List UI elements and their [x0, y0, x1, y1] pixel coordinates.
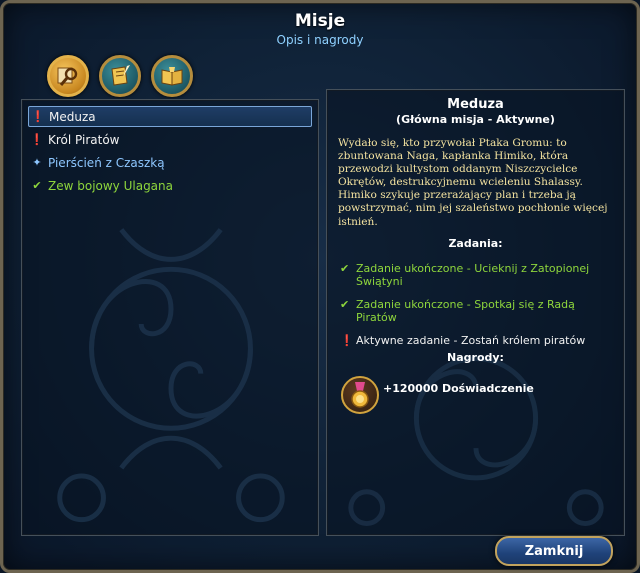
task-text: Aktywne zadanie - Zostań królem piratów: [356, 334, 586, 347]
task-item: ❗ Aktywne zadanie - Zostań królem pirató…: [340, 334, 615, 347]
scroll-quill-icon: [111, 65, 130, 86]
rewards-heading: Nagrody:: [447, 351, 504, 364]
quest-list-panel: ❗ Meduza ❗ Król Piratów ✦ Pierścień z Cz…: [21, 99, 319, 536]
tasks-heading: Zadania:: [448, 237, 503, 250]
exclamation-icon: ❗: [340, 334, 354, 347]
task-text: Zadanie ukończone - Ucieknij z Zatopione…: [356, 262, 590, 288]
checkmark-icon: ✔: [340, 262, 350, 275]
list-item[interactable]: ❗ Król Piratów: [28, 129, 312, 150]
task-list: ✔ Zadanie ukończone - Ucieknij z Zatopio…: [340, 262, 615, 357]
quest-label: Pierścień z Czaszką: [48, 155, 165, 170]
quest-detail-panel: Meduza (Główna misja - Aktywne) Wydało s…: [326, 89, 625, 536]
tab-quest-descriptions[interactable]: [47, 55, 89, 97]
task-item: ✔ Zadanie ukończone - Spotkaj się z Radą…: [340, 298, 615, 324]
open-book-icon: [161, 67, 183, 86]
list-item[interactable]: ✔ Zew bojowy Ulagana: [28, 175, 312, 196]
close-button[interactable]: Zamknij: [495, 536, 613, 566]
task-text: Zadanie ukończone - Spotkaj się z Radą P…: [356, 298, 575, 324]
list-item[interactable]: ❗ Meduza: [28, 106, 312, 127]
task-item: ✔ Zadanie ukończone - Ucieknij z Zatopio…: [340, 262, 615, 288]
quest-type: (Główna misja - Aktywne): [396, 113, 555, 126]
magnifier-map-icon: [57, 67, 78, 86]
quest-label: Król Piratów: [48, 132, 120, 147]
window-title: Misje: [294, 11, 346, 31]
list-item[interactable]: ✦ Pierścień z Czaszką: [28, 152, 312, 173]
quest-label: Zew bojowy Ulagana: [48, 178, 173, 193]
reward-text: +120000 Doświadczenie: [383, 381, 534, 395]
quest-title: Meduza: [447, 97, 504, 112]
quest-description: Wydało się, kto przywołał Ptaka Gromu: t…: [338, 137, 608, 228]
quest-window: Misje Opis i nagrody ❗ Meduza ❗ Król Pir…: [0, 0, 640, 573]
tab-quest-log[interactable]: [99, 55, 141, 97]
quest-label: Meduza: [49, 109, 96, 124]
exclamation-icon: ❗: [30, 133, 44, 146]
branch-icon: ✦: [32, 156, 42, 169]
experience-medal-icon[interactable]: [341, 376, 379, 414]
tab-journal[interactable]: [151, 55, 193, 97]
window-subtitle: Opis i nagrody: [276, 33, 364, 47]
tab-bar: [47, 55, 193, 97]
reward-item: +120000 Doświadczenie: [341, 376, 534, 414]
checkmark-icon: ✔: [32, 179, 42, 192]
quest-list: ❗ Meduza ❗ Król Piratów ✦ Pierścień z Cz…: [28, 106, 312, 198]
exclamation-icon: ❗: [31, 110, 45, 123]
checkmark-icon: ✔: [340, 298, 350, 311]
